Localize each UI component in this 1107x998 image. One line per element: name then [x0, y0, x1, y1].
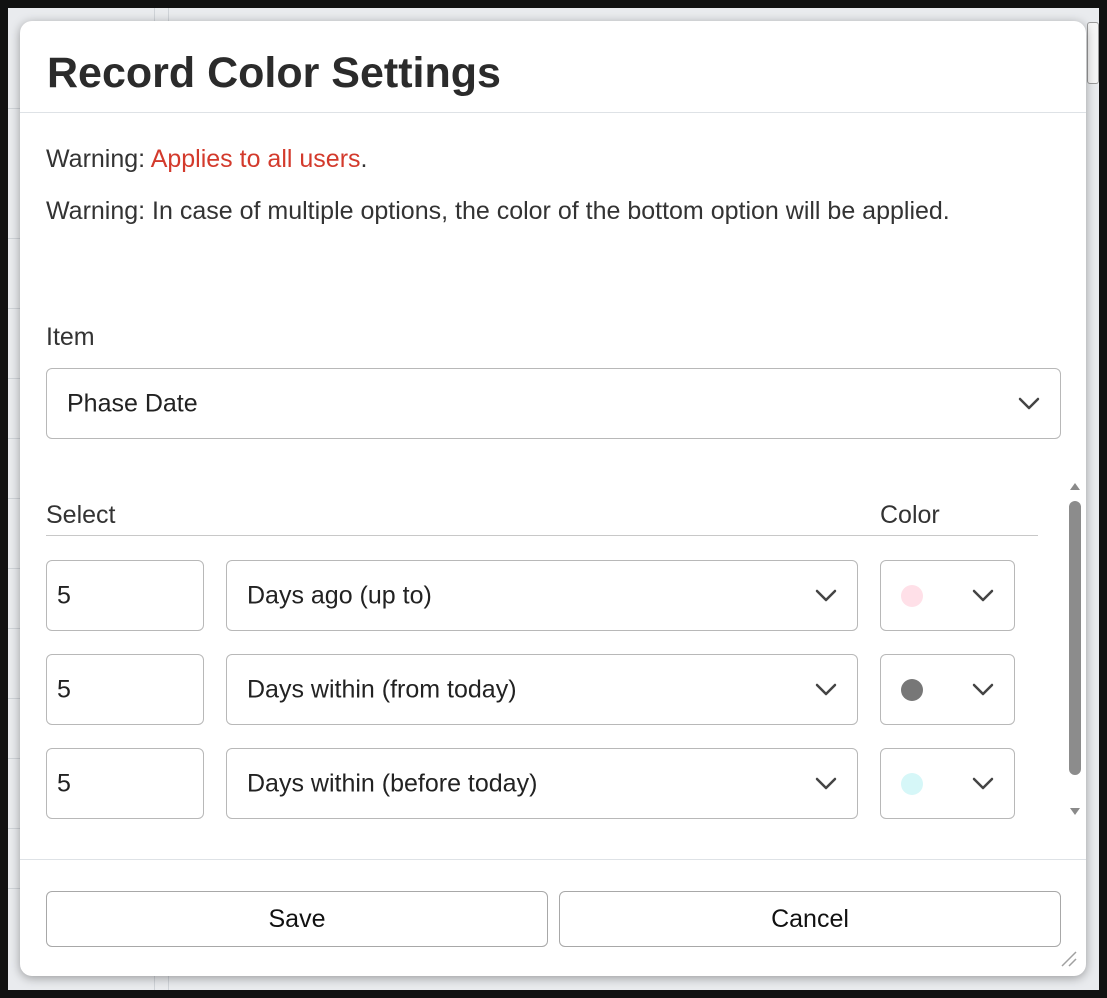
scroll-up-arrow-icon[interactable] — [1070, 483, 1080, 490]
chevron-down-icon — [815, 589, 837, 601]
scrollbar-thumb[interactable] — [1069, 501, 1081, 775]
chevron-down-icon — [815, 777, 837, 789]
days-number-value: 5 — [57, 769, 71, 797]
condition-select-value: Days within (before today) — [247, 769, 538, 797]
color-column-header: Color — [880, 501, 940, 529]
days-number-value: 5 — [57, 581, 71, 609]
color-select[interactable] — [880, 654, 1015, 725]
days-number-value: 5 — [57, 675, 71, 703]
resize-grip-icon[interactable] — [1056, 946, 1078, 968]
warning-multiple-options: Warning: In case of multiple options, th… — [46, 197, 950, 225]
conditions-scrollbar[interactable] — [1068, 479, 1082, 819]
color-swatch — [901, 584, 923, 607]
chevron-down-icon — [972, 589, 994, 601]
save-button[interactable]: Save — [46, 891, 548, 947]
chevron-down-icon — [1018, 397, 1040, 409]
condition-select-value: Days within (from today) — [247, 675, 517, 703]
background-scrollbar — [1087, 22, 1099, 84]
days-number-input[interactable]: 5 — [46, 654, 204, 725]
item-label: Item — [46, 323, 95, 351]
cancel-button[interactable]: Cancel — [559, 891, 1061, 947]
condition-select[interactable]: Days ago (up to) — [226, 560, 858, 631]
scroll-down-arrow-icon[interactable] — [1070, 808, 1080, 815]
record-color-settings-dialog: Record Color Settings Warning: Applies t… — [20, 21, 1086, 976]
days-number-input[interactable]: 5 — [46, 560, 204, 631]
item-select[interactable]: Phase Date — [46, 368, 1061, 439]
warning-all-users: Warning: Applies to all users. — [46, 138, 1036, 180]
select-column-header: Select — [46, 501, 116, 529]
warning-suffix: . — [360, 145, 368, 173]
condition-select-value: Days ago (up to) — [247, 581, 432, 609]
color-swatch — [901, 772, 923, 795]
condition-select[interactable]: Days within (before today) — [226, 748, 858, 819]
condition-select[interactable]: Days within (from today) — [226, 654, 858, 725]
footer-divider — [20, 859, 1086, 860]
chevron-down-icon — [972, 777, 994, 789]
dialog-header: Record Color Settings — [20, 21, 1086, 113]
warning-prefix: Warning: — [46, 145, 151, 173]
days-number-input[interactable]: 5 — [46, 748, 204, 819]
item-select-value: Phase Date — [67, 389, 198, 417]
color-swatch — [901, 678, 923, 701]
header-divider — [46, 535, 1038, 536]
chevron-down-icon — [815, 683, 837, 695]
warning-highlight: Applies to all users — [150, 145, 361, 173]
dialog-title: Record Color Settings — [47, 49, 501, 97]
color-select[interactable] — [880, 560, 1015, 631]
color-select[interactable] — [880, 748, 1015, 819]
chevron-down-icon — [972, 683, 994, 695]
